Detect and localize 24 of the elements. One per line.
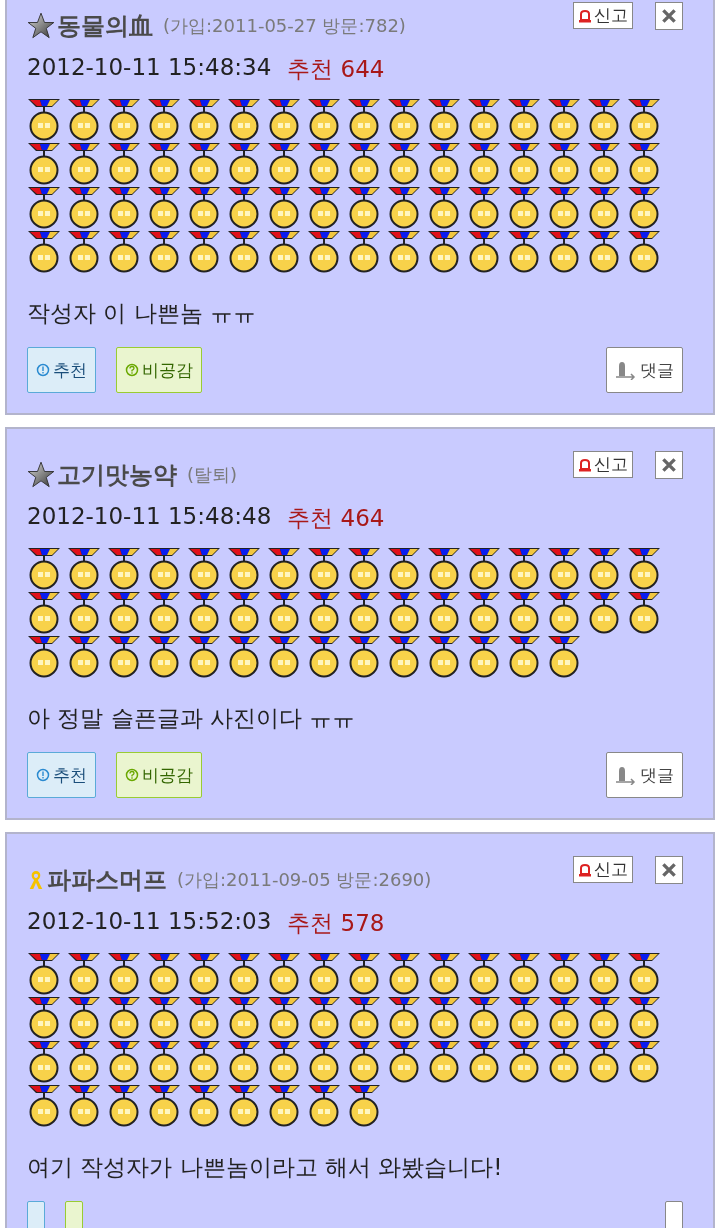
dislike-button[interactable]: 비공감 — [116, 347, 202, 393]
recommend-count: 추천 464 — [287, 504, 385, 533]
member-info: (가입:2011-05-27 방문:782) — [163, 14, 406, 38]
post-date: 2012-10-11 15:52:03 — [27, 908, 272, 936]
report-button[interactable]: 신고 — [573, 451, 633, 478]
author-name[interactable]: 파파스머프 — [47, 864, 167, 896]
comment-text: 여기 작성자가 나쁜놈이라고 해서 와봤습니다! — [27, 1153, 504, 1182]
reply-button[interactable]: 댓글 — [606, 752, 683, 798]
post-date: 2012-10-11 15:48:48 — [27, 503, 272, 531]
member-info: (탈퇴) — [187, 463, 238, 487]
author-name[interactable]: 고기맛농약 — [57, 459, 177, 491]
recommend-count: 추천 578 — [287, 909, 385, 938]
post-date: 2012-10-11 15:48:34 — [27, 54, 272, 82]
comment-text: 작성자 이 나쁜놈 ㅠㅠ — [27, 299, 257, 328]
member-info: (가입:2011-09-05 방문:2690) — [177, 868, 432, 892]
dislike-button[interactable]: 비공감 — [116, 752, 202, 798]
report-button[interactable]: 신고 — [573, 2, 633, 29]
recommend-button[interactable]: 추천 — [27, 347, 96, 393]
comment-text: 아 정말 슬픈글과 사진이다 ㅠㅠ — [27, 704, 357, 733]
recommend-button[interactable]: 추천 — [27, 752, 96, 798]
report-button[interactable]: 신고 — [573, 856, 633, 883]
reply-button[interactable]: 댓글 — [606, 347, 683, 393]
recommend-count: 추천 644 — [287, 55, 385, 84]
author-name[interactable]: 동물의血 — [57, 10, 153, 42]
